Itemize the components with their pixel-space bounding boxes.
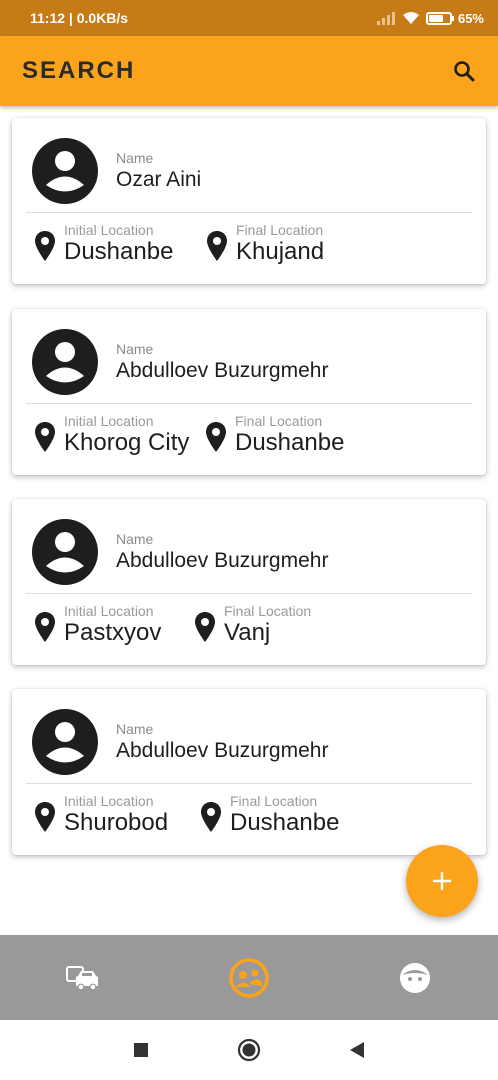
car-icon [66, 965, 98, 990]
app-bar: SEARCH [0, 36, 498, 106]
nav-item-profile[interactable] [385, 948, 445, 1008]
recents-button[interactable] [126, 1035, 156, 1065]
search-icon [454, 61, 475, 82]
passenger-icon [229, 957, 269, 998]
initial-location-label: Initial Location [64, 222, 154, 238]
system-nav [0, 1020, 498, 1080]
final-location-label: Final Location [235, 413, 323, 429]
home-button[interactable] [234, 1035, 264, 1065]
initial-location-value: Dushanbe [64, 238, 174, 265]
name-value: Abdulloev Buzurgmehr [116, 739, 329, 762]
location-pin-icon [35, 612, 55, 642]
initial-location-value: Pastxyov [64, 619, 162, 646]
avatar-icon [32, 138, 98, 204]
back-button[interactable] [342, 1035, 372, 1065]
wifi-icon [402, 12, 419, 24]
initial-location-label: Initial Location [64, 603, 154, 619]
final-location-value: Dushanbe [235, 429, 345, 456]
name-value: Abdulloev Buzurgmehr [116, 549, 329, 572]
final-location-value: Vanj [224, 619, 271, 646]
trip-card[interactable]: Name Abdulloev Buzurgmehr Initial Locati… [12, 309, 486, 475]
name-value: Ozar Aini [116, 168, 202, 191]
location-pin-icon [207, 231, 227, 261]
initial-location-label: Initial Location [64, 413, 154, 429]
name-label: Name [116, 341, 154, 357]
location-pin-icon [35, 231, 55, 261]
status-icons: 65% [376, 11, 484, 26]
name-label: Name [116, 150, 154, 166]
final-location-value: Dushanbe [230, 809, 340, 836]
avatar-icon [32, 709, 98, 775]
status-time-speed: 11:12 | 0.0KB/s [30, 10, 129, 26]
back-icon [350, 1042, 364, 1058]
name-label: Name [116, 721, 154, 737]
plus-icon [432, 871, 452, 891]
avatar-icon [32, 329, 98, 395]
trip-card[interactable]: Name Abdulloev Buzurgmehr Initial Locati… [12, 689, 486, 855]
final-location-label: Final Location [224, 603, 312, 619]
final-location-label: Final Location [236, 222, 324, 238]
nav-item-drivers[interactable] [53, 948, 113, 1008]
divider [26, 212, 472, 213]
initial-location-label: Initial Location [64, 793, 154, 809]
search-button[interactable] [448, 55, 480, 87]
initial-location-value: Khorog City [64, 429, 190, 456]
divider [26, 403, 472, 404]
page-title: SEARCH [22, 57, 136, 84]
add-trip-button[interactable] [406, 845, 478, 917]
final-location-value: Khujand [236, 238, 325, 265]
name-label: Name [116, 531, 154, 547]
divider [26, 593, 472, 594]
location-pin-icon [201, 802, 221, 832]
battery-icon [425, 11, 454, 25]
location-pin-icon [206, 422, 226, 452]
recents-icon [134, 1043, 148, 1057]
trip-card[interactable]: Name Abdulloev Buzurgmehr Initial Locati… [12, 499, 486, 665]
location-pin-icon [35, 802, 55, 832]
battery-percent: 65% [457, 10, 484, 26]
final-location-label: Final Location [230, 793, 318, 809]
bottom-nav [0, 935, 498, 1020]
avatar-icon [32, 519, 98, 585]
name-value: Abdulloev Buzurgmehr [116, 359, 329, 382]
profile-icon [400, 962, 430, 993]
home-icon [237, 1038, 261, 1062]
signal-icon [376, 12, 395, 25]
trip-card[interactable]: Name Ozar Aini Initial Location Dushanbe… [12, 118, 486, 284]
initial-location-value: Shurobod [64, 809, 169, 836]
nav-item-passengers[interactable] [219, 948, 279, 1008]
location-pin-icon [195, 612, 215, 642]
divider [26, 783, 472, 784]
location-pin-icon [35, 422, 55, 452]
status-bar: 11:12 | 0.0KB/s 65% [0, 0, 498, 36]
